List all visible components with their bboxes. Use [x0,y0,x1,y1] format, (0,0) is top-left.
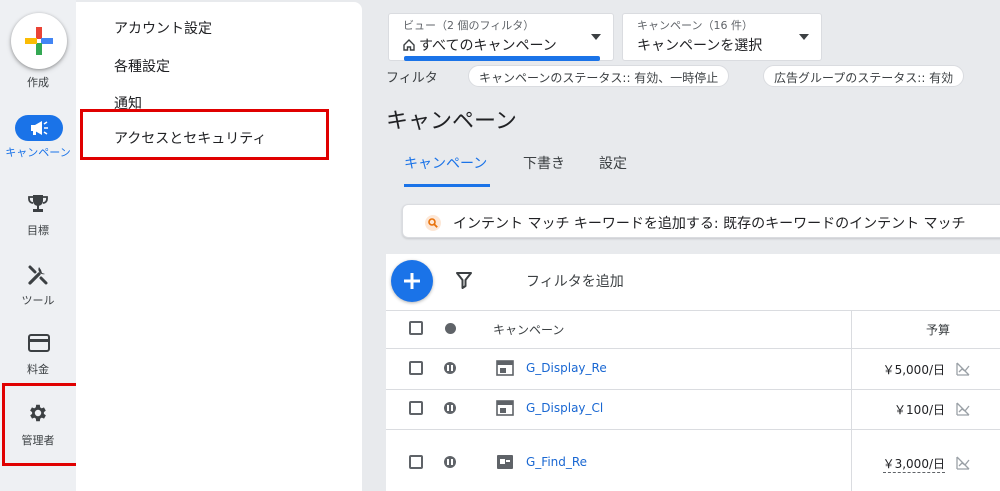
chart-disabled-icon [956,402,970,416]
home-icon [403,39,415,51]
view-dropdown-value: すべてのキャンペーン [419,38,557,54]
campaign-link[interactable]: G_Find_Re [526,455,587,469]
campaign-table: フィルタを追加 キャンペーン 予算 G_Display_Re ￥5,000/日 [386,254,1000,491]
pause-status-icon[interactable] [444,456,456,468]
create-label: 作成 [27,76,49,89]
campaign-dropdown-caption: キャンペーン（16 件） [637,19,753,32]
megaphone-icon [31,121,48,135]
filter-label: フィルタ [386,71,438,86]
admin-highlight-box [2,383,83,466]
add-campaign-button[interactable] [391,260,433,302]
column-header-budget[interactable]: 予算 [926,321,950,338]
pause-status-icon[interactable] [444,362,456,374]
divider [386,429,1000,430]
nav-campaigns-label[interactable]: キャンペーン [0,146,76,159]
tab-indicator [404,184,490,187]
campaign-dropdown-value: キャンペーンを選択 [637,38,763,54]
trophy-icon[interactable] [27,194,49,214]
filter-funnel-icon[interactable] [456,271,472,289]
plus-icon [25,27,53,55]
display-campaign-icon [496,360,514,376]
tab-drafts[interactable]: 下書き [523,153,565,173]
plus-icon [404,273,420,289]
row-checkbox[interactable] [409,361,423,375]
column-header-campaign[interactable]: キャンペーン [493,321,564,338]
budget-value[interactable]: ￥3,000/日 [882,455,945,473]
column-divider [851,310,852,491]
select-all-checkbox[interactable] [409,321,423,335]
menu-item-account-settings[interactable]: アカウント設定 [114,18,212,38]
campaign-link[interactable]: G_Display_Re [526,361,607,375]
menu-item-preferences[interactable]: 各種設定 [114,56,170,76]
nav-campaigns-button[interactable] [15,115,63,141]
status-header-dot [445,323,456,334]
divider [386,389,1000,390]
tab-campaigns[interactable]: キャンペーン [404,153,487,173]
campaign-link[interactable]: G_Display_Cl [526,401,603,415]
tab-settings[interactable]: 設定 [599,153,627,173]
nav-goals-label[interactable]: 目標 [0,222,76,238]
credit-card-icon[interactable] [28,334,50,352]
chart-disabled-icon [956,456,970,470]
divider [386,310,1000,311]
recommendation-text: インテント マッチ キーワードを追加する: 既存のキーワードのインテント マッチ [453,216,966,232]
search-icon [425,215,441,231]
filter-row: フィルタ キャンペーンのステータス:: 有効、一時停止 広告グループのステータス… [386,64,1000,90]
tools-icon[interactable] [27,264,49,286]
discovery-campaign-icon [497,455,513,469]
filter-chip-adgroup-status[interactable]: 広告グループのステータス:: 有効 [763,65,965,87]
page-title: キャンペーン [386,109,517,134]
filter-chip-campaign-status[interactable]: キャンペーンのステータス:: 有効、一時停止 [468,65,730,87]
view-dropdown-caption: ビュー（2 個のフィルタ） [403,19,535,32]
view-dropdown-underline [404,56,600,61]
add-filter-link[interactable]: フィルタを追加 [526,271,624,291]
row-checkbox[interactable] [409,455,423,469]
row-checkbox[interactable] [409,401,423,415]
campaign-dropdown[interactable]: キャンペーン（16 件） キャンペーンを選択 [622,13,822,61]
budget-value: ￥5,000/日 [882,363,945,377]
chevron-down-icon [799,34,809,40]
chart-disabled-icon [956,362,970,376]
access-security-highlight-box [80,109,329,160]
chevron-down-icon [591,34,601,40]
recommendation-banner[interactable]: インテント マッチ キーワードを追加する: 既存のキーワードのインテント マッチ [402,204,1000,238]
view-dropdown[interactable]: ビュー（2 個のフィルタ） すべてのキャンペーン [388,13,614,61]
main-content: ビュー（2 個のフィルタ） すべてのキャンペーン キャンペーン（16 件） キャ… [386,0,1000,491]
pause-status-icon[interactable] [444,402,456,414]
nav-billing-label[interactable]: 料金 [0,361,76,377]
divider [386,348,1000,349]
create-button[interactable] [11,13,67,69]
nav-tools-label[interactable]: ツール [0,292,76,308]
display-campaign-icon [496,400,514,416]
budget-value: ￥100/日 [894,403,945,417]
admin-menu: アカウント設定 各種設定 通知 アクセスとセキュリティ [76,2,362,491]
